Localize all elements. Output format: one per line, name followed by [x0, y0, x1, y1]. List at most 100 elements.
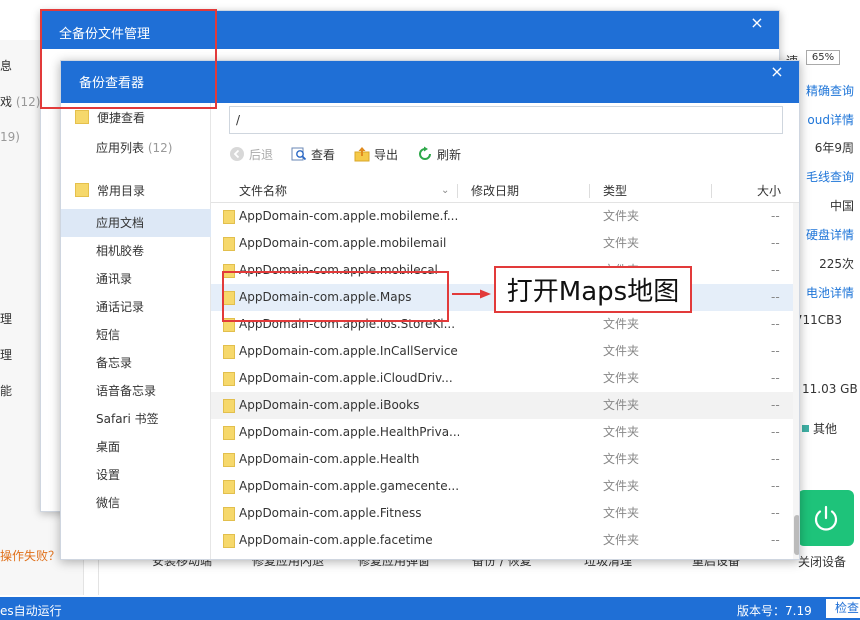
storage-capacity: 11.03 GB — [802, 382, 858, 396]
folder-icon — [75, 183, 89, 197]
column-header-name[interactable]: 文件名称 — [239, 179, 287, 203]
file-type: 文件夹 — [603, 452, 640, 466]
sidebar-item-camera-roll[interactable]: 相机胶卷 — [61, 237, 211, 265]
table-row[interactable]: AppDomain-com.apple.mobileme.f... 文件夹 -- — [211, 203, 793, 230]
file-size: -- — [771, 452, 780, 466]
table-row[interactable]: AppDomain-com.apple.facetime 文件夹 -- — [211, 554, 793, 559]
file-size: -- — [771, 209, 780, 223]
table-row[interactable]: AppDomain-com.apple.Fitness 文件夹 -- — [211, 500, 793, 527]
file-size: -- — [771, 554, 780, 559]
device-info-link[interactable]: 精确查询 — [806, 82, 854, 99]
backup-manager-close-icon[interactable]: × — [748, 14, 766, 32]
legend-swatch — [802, 425, 809, 432]
sidebar-item-app-list[interactable]: 应用列表 (12) — [61, 134, 211, 162]
folder-icon — [223, 237, 235, 251]
file-list-scrollbar[interactable] — [793, 203, 799, 559]
folder-icon — [223, 453, 235, 467]
device-info-link[interactable]: 毛线查询 — [806, 168, 854, 185]
path-input[interactable] — [229, 106, 783, 134]
column-header-size[interactable]: 大小 — [757, 179, 781, 203]
folder-icon — [223, 480, 235, 494]
device-info-link[interactable]: oud详情 — [807, 111, 854, 128]
file-size: -- — [771, 290, 780, 304]
column-header-modified[interactable]: 修改日期 — [471, 179, 519, 203]
operation-failed-link[interactable]: 操作失败？ — [0, 547, 60, 564]
annotation-arrow-icon — [452, 289, 491, 299]
sidebar-item-wechat[interactable]: 微信 — [61, 489, 211, 517]
file-size: -- — [771, 371, 780, 385]
device-info-link[interactable]: 硬盘详情 — [806, 226, 854, 243]
sidebar-item-settings[interactable]: 设置 — [61, 461, 211, 489]
file-name: AppDomain-com.apple.gamecente... — [239, 479, 459, 493]
table-row[interactable]: AppDomain-com.apple.HealthPriva... 文件夹 -- — [211, 419, 793, 446]
sidebar-item-notes[interactable]: 备忘录 — [61, 349, 211, 377]
file-name: AppDomain-com.apple.HealthPriva... — [239, 425, 459, 439]
device-info-link[interactable]: 电池详情 — [806, 284, 854, 301]
file-name: AppDomain-com.apple.InCallService — [239, 344, 458, 358]
device-info-row: 6年9周 — [814, 141, 854, 155]
file-type: 文件夹 — [603, 425, 640, 439]
sidebar-item-app-documents[interactable]: 应用文档 — [61, 209, 211, 237]
main-sidebar-item[interactable]: 理 — [0, 346, 12, 363]
device-info-row: 711CB3 — [794, 313, 842, 327]
main-sidebar-item[interactable]: 理 — [0, 310, 12, 327]
sidebar-item-desktop[interactable]: 桌面 — [61, 433, 211, 461]
refresh-button[interactable]: 刷新 — [417, 145, 461, 163]
column-divider[interactable] — [589, 184, 590, 198]
file-type: 文件夹 — [603, 371, 640, 385]
file-type: 文件夹 — [603, 479, 640, 493]
power-icon — [814, 505, 838, 531]
table-row[interactable]: AppDomain-com.apple.facetime 文件夹 -- — [211, 527, 793, 554]
file-name: AppDomain-com.apple.facetime — [239, 533, 433, 547]
back-button[interactable]: 后退 — [229, 145, 273, 163]
folder-icon — [223, 399, 235, 413]
sidebar-header-common[interactable]: 常用目录 — [61, 176, 211, 204]
table-row[interactable]: AppDomain-com.apple.Health 文件夹 -- — [211, 446, 793, 473]
file-type: 文件夹 — [603, 554, 639, 559]
charge-percent-badge: 65% — [806, 50, 840, 65]
device-info-row: 中国 — [829, 199, 854, 213]
power-off-button[interactable] — [798, 490, 854, 546]
sidebar-item-contacts[interactable]: 通讯录 — [61, 265, 211, 293]
table-row[interactable]: AppDomain-com.apple.mobilemail 文件夹 -- — [211, 230, 793, 257]
table-row[interactable]: AppDomain-com.apple.InCallService 文件夹 -- — [211, 338, 793, 365]
file-name: AppDomain-com.apple.facetime — [239, 554, 459, 559]
view-button[interactable]: 查看 — [291, 145, 335, 163]
main-sidebar-item[interactable]: 息 — [0, 57, 12, 74]
column-divider[interactable] — [711, 184, 712, 198]
table-row[interactable]: AppDomain-com.apple.iCloudDriv... 文件夹 -- — [211, 365, 793, 392]
sidebar-item-sms[interactable]: 短信 — [61, 321, 211, 349]
column-divider[interactable] — [457, 184, 458, 198]
viewer-sidebar: 便捷查看 应用列表 (12) 常用目录 应用文档 相机胶卷 通讯录 通话记录 短… — [61, 103, 211, 559]
file-size: -- — [771, 317, 780, 331]
main-sidebar-item[interactable]: 19) — [0, 130, 20, 144]
sidebar-item-safari-bookmarks[interactable]: Safari 书签 — [61, 405, 211, 433]
export-button[interactable]: 导出 — [354, 145, 398, 163]
main-sidebar-item[interactable]: 能 — [0, 382, 12, 399]
status-autorun-text: es自动运行 — [0, 604, 62, 618]
storage-legend-other: 其他 — [802, 420, 837, 437]
file-size: -- — [771, 263, 780, 277]
check-update-button[interactable]: 检查 — [826, 599, 860, 618]
file-type: 文件夹 — [603, 506, 640, 520]
table-row[interactable]: AppDomain-com.apple.gamecente... 文件夹 -- — [211, 473, 793, 500]
folder-icon — [223, 426, 235, 440]
folder-icon — [223, 534, 235, 548]
file-size: -- — [771, 344, 780, 358]
export-icon — [354, 146, 370, 162]
file-name: AppDomain-com.apple.iCloudDriv... — [239, 371, 453, 385]
chevron-down-icon[interactable]: ⌄ — [441, 179, 449, 203]
sidebar-item-voice-memos[interactable]: 语音备忘录 — [61, 377, 211, 405]
main-sidebar-item[interactable]: 戏 (12) — [0, 93, 40, 110]
file-type: 文件夹 — [603, 209, 640, 223]
column-header-type[interactable]: 类型 — [603, 179, 627, 203]
file-type: 文件夹 — [603, 533, 640, 547]
magnifier-icon — [291, 146, 307, 162]
table-row[interactable]: AppDomain-com.apple.iBooks 文件夹 -- — [211, 392, 793, 419]
folder-icon — [223, 345, 235, 359]
sidebar-item-call-history[interactable]: 通话记录 — [61, 293, 211, 321]
folder-icon — [75, 110, 89, 124]
file-name: AppDomain-com.apple.iBooks — [239, 398, 420, 412]
backup-viewer-close-icon[interactable]: × — [768, 63, 786, 81]
scrollbar-thumb[interactable] — [794, 515, 799, 555]
